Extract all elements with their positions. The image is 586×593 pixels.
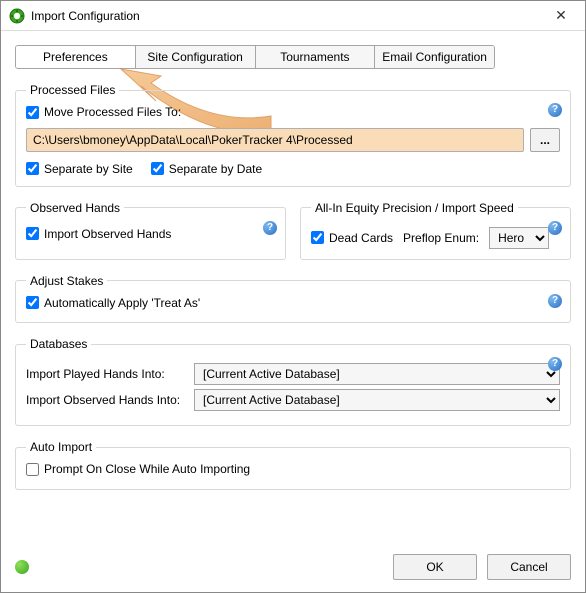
tab-email-configuration[interactable]: Email Configuration: [375, 46, 494, 68]
import-observed-checkbox[interactable]: Import Observed Hands: [26, 227, 171, 241]
treat-as-checkbox[interactable]: Automatically Apply 'Treat As': [26, 296, 200, 310]
group-processed-files-legend: Processed Files: [26, 83, 119, 97]
group-observed-hands: Observed Hands ? Import Observed Hands: [15, 201, 286, 260]
played-hands-label: Import Played Hands Into:: [26, 367, 186, 381]
tab-preferences[interactable]: Preferences: [16, 46, 136, 68]
tab-tournaments[interactable]: Tournaments: [256, 46, 376, 68]
group-auto-import: Auto Import Prompt On Close While Auto I…: [15, 440, 571, 490]
treat-as-input[interactable]: [26, 296, 39, 309]
close-icon: ✕: [555, 7, 567, 24]
tab-site-configuration[interactable]: Site Configuration: [136, 46, 256, 68]
prompt-on-close-label: Prompt On Close While Auto Importing: [44, 462, 250, 476]
close-button[interactable]: ✕: [541, 2, 581, 30]
help-icon[interactable]: ?: [548, 221, 562, 235]
titlebar: Import Configuration ✕: [1, 1, 585, 31]
group-allin-equity-legend: All-In Equity Precision / Import Speed: [311, 201, 518, 215]
ok-button[interactable]: OK: [393, 554, 477, 580]
status-icon: [15, 560, 29, 574]
separate-site-input[interactable]: [26, 162, 39, 175]
help-icon[interactable]: ?: [263, 221, 277, 235]
separate-date-label: Separate by Date: [169, 162, 262, 176]
group-databases: Databases ? Import Played Hands Into: [C…: [15, 337, 571, 426]
dialog-footer: OK Cancel: [15, 554, 571, 580]
observed-hands-select[interactable]: [Current Active Database]: [194, 389, 560, 411]
group-observed-hands-legend: Observed Hands: [26, 201, 124, 215]
help-icon[interactable]: ?: [548, 103, 562, 117]
preflop-enum-select[interactable]: Hero: [489, 227, 549, 249]
help-icon[interactable]: ?: [548, 357, 562, 371]
group-auto-import-legend: Auto Import: [26, 440, 96, 454]
move-processed-input[interactable]: [26, 106, 39, 119]
group-adjust-stakes: Adjust Stakes ? Automatically Apply 'Tre…: [15, 274, 571, 324]
group-databases-legend: Databases: [26, 337, 91, 351]
prompt-on-close-input[interactable]: [26, 463, 39, 476]
import-observed-input[interactable]: [26, 227, 39, 240]
separate-date-checkbox[interactable]: Separate by Date: [151, 162, 262, 176]
browse-button[interactable]: ...: [530, 128, 560, 152]
dead-cards-label: Dead Cards: [329, 231, 393, 245]
treat-as-label: Automatically Apply 'Treat As': [44, 296, 200, 310]
dead-cards-input[interactable]: [311, 231, 324, 244]
client-area: Preferences Site Configuration Tournamen…: [1, 31, 585, 592]
separate-date-input[interactable]: [151, 162, 164, 175]
app-icon: [9, 8, 25, 24]
group-adjust-stakes-legend: Adjust Stakes: [26, 274, 107, 288]
import-observed-label: Import Observed Hands: [44, 227, 171, 241]
separate-site-checkbox[interactable]: Separate by Site: [26, 162, 133, 176]
dead-cards-checkbox[interactable]: Dead Cards: [311, 231, 393, 245]
group-processed-files: Processed Files ? Move Processed Files T…: [15, 83, 571, 187]
played-hands-select[interactable]: [Current Active Database]: [194, 363, 560, 385]
tab-bar: Preferences Site Configuration Tournamen…: [15, 45, 495, 69]
window-title: Import Configuration: [31, 9, 541, 23]
processed-path-field[interactable]: C:\Users\bmoney\AppData\Local\PokerTrack…: [26, 128, 524, 152]
preflop-enum-label: Preflop Enum:: [403, 231, 479, 245]
help-icon[interactable]: ?: [548, 294, 562, 308]
move-processed-label: Move Processed Files To:: [44, 105, 181, 119]
separate-site-label: Separate by Site: [44, 162, 133, 176]
group-allin-equity: All-In Equity Precision / Import Speed ?…: [300, 201, 571, 260]
observed-hands-label: Import Observed Hands Into:: [26, 393, 186, 407]
cancel-button[interactable]: Cancel: [487, 554, 571, 580]
move-processed-checkbox[interactable]: Move Processed Files To:: [26, 105, 181, 119]
prompt-on-close-checkbox[interactable]: Prompt On Close While Auto Importing: [26, 462, 250, 476]
